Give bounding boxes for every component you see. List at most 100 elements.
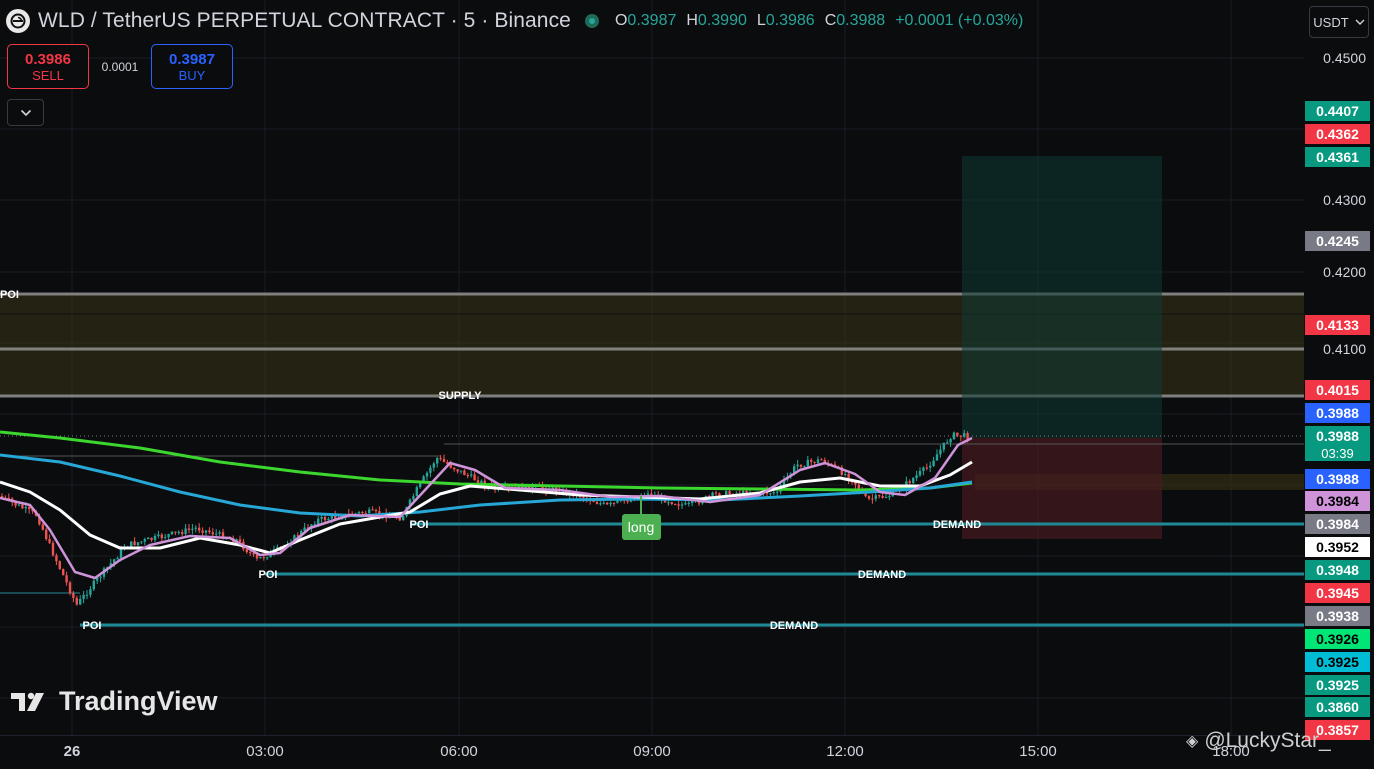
price-tick-label: 0.4300 — [1323, 192, 1366, 208]
time-tick-label: 03:00 — [246, 743, 284, 760]
candle-body — [680, 504, 684, 506]
candle-body — [878, 495, 881, 497]
candle-body — [184, 528, 187, 535]
candle-body — [429, 467, 432, 473]
close-key: C — [824, 12, 837, 29]
symbol-title[interactable]: WLD / TetherUS PERPETUAL CONTRACT · 5 · … — [38, 9, 571, 33]
price-badge: 0.3945 — [1305, 583, 1370, 603]
price-badge: 0.3988 — [1305, 426, 1370, 446]
candle-body — [956, 432, 959, 436]
open-value: 0.3987 — [627, 12, 677, 29]
candle-body — [684, 503, 687, 505]
candle-body — [204, 530, 208, 533]
candle-body — [218, 532, 221, 534]
candle-body — [473, 474, 476, 481]
candle-body — [946, 442, 949, 444]
price-tick-label: 0.4100 — [1323, 341, 1366, 357]
price-badge: 0.4362 — [1305, 124, 1370, 144]
poi-label: POI — [410, 519, 429, 531]
candle-body — [929, 465, 932, 468]
candle-body — [592, 500, 595, 502]
candle-body — [915, 475, 918, 479]
candle-body — [28, 506, 31, 510]
candle-body — [881, 495, 884, 498]
candle-body — [187, 528, 191, 530]
candle-body — [966, 433, 969, 439]
candle-body — [925, 467, 928, 469]
candle-body — [157, 534, 160, 537]
candle-body — [459, 470, 463, 472]
sell-button[interactable]: 0.3986 SELL — [7, 44, 89, 89]
price-badge: 0.4015 — [1305, 380, 1370, 400]
sell-price: 0.3986 — [25, 50, 71, 68]
candle-body — [806, 459, 809, 467]
currency-label: USDT — [1313, 14, 1349, 30]
candle-body — [215, 533, 218, 535]
candle-body — [803, 466, 806, 468]
candle-body — [357, 512, 361, 514]
price-badge: 0.3984 — [1305, 491, 1370, 511]
candle-body — [939, 449, 942, 455]
candle-body — [119, 549, 123, 558]
price-badge: 0.3952 — [1305, 537, 1370, 557]
ema-purple-line — [0, 436, 973, 580]
buy-button[interactable]: 0.3987 BUY — [151, 44, 233, 89]
candle-body — [412, 496, 415, 500]
price-badge: 0.3925 — [1305, 675, 1370, 695]
candle-body — [670, 502, 673, 505]
candle-body — [327, 518, 330, 521]
candle-body — [436, 458, 439, 464]
candle-body — [398, 517, 401, 521]
candle-body — [599, 503, 602, 505]
candle-body — [323, 516, 327, 521]
price-badge: 0.3984 — [1305, 514, 1370, 534]
low-key: L — [756, 12, 766, 29]
demand-label: DEMAND — [858, 569, 906, 581]
tradingview-logo-icon — [11, 692, 44, 711]
candle-body — [75, 597, 78, 605]
candle-body — [21, 504, 24, 509]
currency-selector[interactable]: USDT — [1309, 6, 1369, 38]
sell-label: SELL — [32, 67, 64, 83]
time-tick-label: 15:00 — [1019, 743, 1057, 760]
candle-body — [374, 510, 378, 512]
candle-body — [259, 557, 262, 559]
candle-body — [85, 594, 89, 596]
candle-body — [963, 433, 966, 437]
candle-body — [160, 534, 163, 539]
high-value: 0.3990 — [697, 12, 747, 29]
market-status-icon[interactable] — [584, 14, 599, 28]
candle-body — [612, 502, 616, 504]
demand-label: DEMAND — [770, 620, 818, 632]
candle-body — [198, 527, 201, 531]
candle-body — [432, 463, 435, 468]
candle-body — [79, 598, 82, 605]
candle-body — [810, 459, 813, 462]
candle-body — [912, 478, 915, 483]
candle-body — [65, 575, 68, 583]
candle-body — [626, 500, 629, 502]
price-badge: 0.4245 — [1305, 231, 1370, 251]
chart-header: WLD / TetherUS PERPETUAL CONTRACT · 5 · … — [6, 8, 1033, 34]
price-badge: 0.3860 — [1305, 697, 1370, 717]
candle-body — [191, 528, 194, 530]
candle-body — [908, 481, 911, 483]
bar-countdown: 03:39 — [1305, 446, 1370, 461]
candle-body — [174, 531, 177, 533]
candle-body — [952, 432, 956, 440]
candle-body — [820, 459, 823, 461]
candle-body — [918, 470, 922, 476]
poi-label: POI — [83, 620, 102, 632]
candle-body — [942, 442, 945, 450]
time-axis[interactable]: 26 03:00 06:00 09:00 12:00 15:00 18:00 — [0, 735, 1304, 769]
candle-body — [728, 491, 731, 495]
long-label: long — [628, 519, 654, 535]
candle-body — [181, 532, 184, 535]
chart-canvas[interactable]: POI SUPPLY POI DEMAND POI DEMAND POI DEMAND long — [0, 0, 1304, 735]
collapse-legend-button[interactable] — [7, 99, 44, 126]
candle-body — [72, 593, 75, 598]
candle-body — [606, 502, 609, 505]
price-chart[interactable]: POI SUPPLY POI DEMAND POI DEMAND POI DEMAND long — [0, 0, 1304, 735]
candle-body — [402, 516, 405, 521]
candle-body — [871, 498, 874, 500]
